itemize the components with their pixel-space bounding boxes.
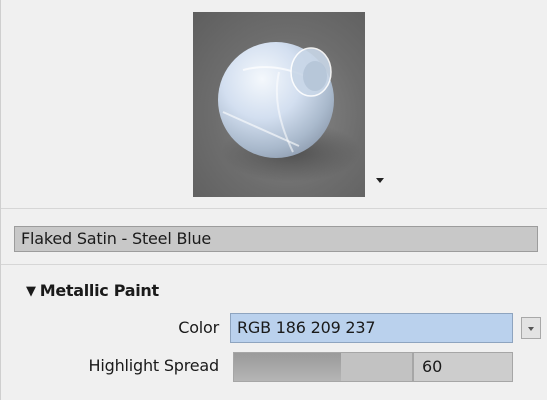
material-properties-panel: Flaked Satin - Steel Blue ▼ Metallic Pain…: [0, 0, 547, 400]
highlight-spread-slider[interactable]: [233, 352, 413, 382]
color-value-field[interactable]: RGB 186 209 237: [230, 313, 513, 343]
material-sphere-icon: [218, 42, 361, 182]
section-title: Metallic Paint: [39, 281, 159, 300]
highlight-spread-value[interactable]: 60: [413, 352, 513, 382]
color-picker-button[interactable]: [521, 317, 541, 339]
material-preview-thumbnail[interactable]: [193, 12, 365, 197]
section-header-metallic-paint[interactable]: ▼ Metallic Paint: [26, 281, 159, 300]
preview-area: [1, 0, 547, 209]
material-name-field[interactable]: Flaked Satin - Steel Blue: [14, 226, 538, 252]
caret-down-icon[interactable]: [376, 178, 384, 183]
chevron-down-icon: [528, 327, 534, 331]
expand-triangle-icon[interactable]: ▼: [26, 284, 36, 299]
divider: [1, 264, 547, 265]
highlight-spread-label: Highlight Spread: [88, 356, 220, 375]
color-label: Color: [178, 318, 219, 337]
slider-fill: [234, 353, 341, 381]
